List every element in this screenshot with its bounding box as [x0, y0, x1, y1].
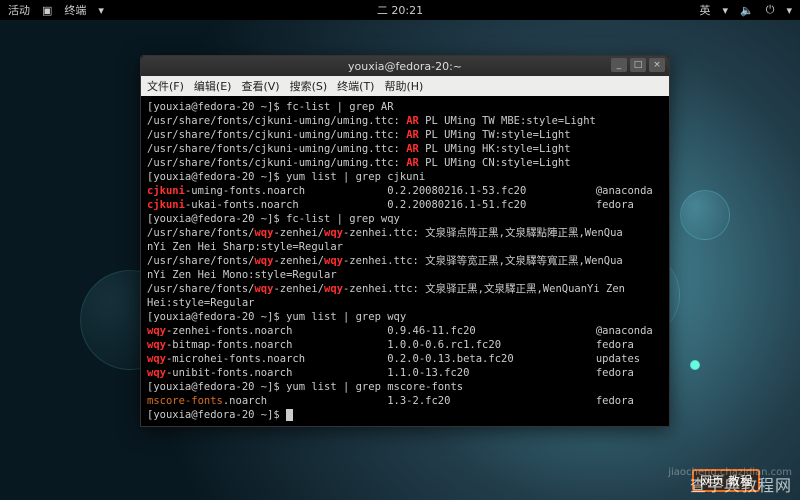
terminal-app-icon: ▣ — [42, 4, 52, 17]
menu-help[interactable]: 帮助(H) — [384, 78, 423, 94]
terminal-menubar: 文件(F) 编辑(E) 查看(V) 搜索(S) 终端(T) 帮助(H) — [141, 76, 669, 96]
volume-icon[interactable]: 🔈 — [740, 4, 754, 17]
menu-view[interactable]: 查看(V) — [241, 78, 279, 94]
window-titlebar[interactable]: youxia@fedora-20:~ _ □ × — [141, 56, 669, 76]
menu-file[interactable]: 文件(F) — [147, 78, 184, 94]
power-icon[interactable]: ⏻ — [766, 3, 775, 17]
minimize-button[interactable]: _ — [611, 58, 627, 72]
menu-search[interactable]: 搜索(S) — [290, 78, 328, 94]
menu-edit[interactable]: 编辑(E) — [194, 78, 232, 94]
app-menu[interactable]: 终端 — [64, 2, 86, 18]
menu-terminal[interactable]: 终端(T) — [337, 78, 374, 94]
terminal-window: youxia@fedora-20:~ _ □ × 文件(F) 编辑(E) 查看(… — [140, 55, 670, 427]
chevron-down-icon: ▾ — [98, 4, 104, 17]
activities-button[interactable]: 活动 — [8, 2, 30, 18]
chevron-down-icon: ▾ — [723, 4, 729, 17]
input-language[interactable]: 英 — [700, 2, 711, 18]
wallpaper-bubble — [680, 190, 730, 240]
watermark-main: 查字典教程网 — [690, 472, 792, 496]
clock[interactable]: 二 20:21 — [377, 2, 423, 18]
maximize-button[interactable]: □ — [630, 58, 646, 72]
chevron-down-icon: ▾ — [786, 4, 792, 17]
close-button[interactable]: × — [649, 58, 665, 72]
gnome-top-bar: 活动 ▣ 终端 ▾ 二 20:21 英 ▾ 🔈 ⏻ ▾ — [0, 0, 800, 20]
window-title: youxia@fedora-20:~ — [348, 60, 462, 73]
terminal-body[interactable]: [youxia@fedora-20 ~]$ fc-list | grep AR … — [141, 96, 669, 426]
wallpaper-bubble — [690, 360, 700, 370]
